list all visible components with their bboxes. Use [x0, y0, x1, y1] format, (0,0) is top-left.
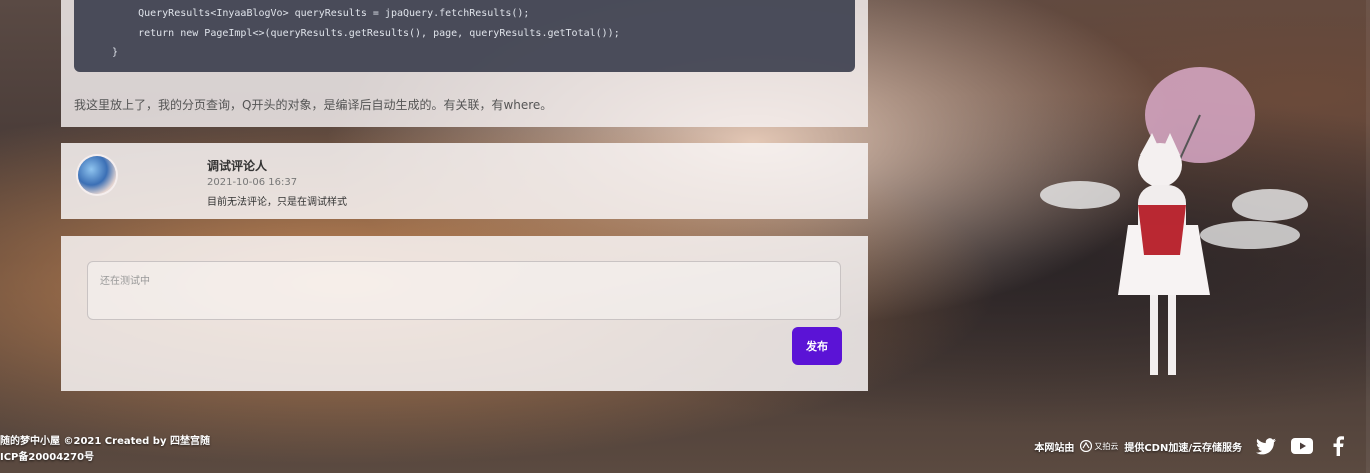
comment-body: 目前无法评论，只是在调试样式 — [207, 197, 347, 208]
code-line: return new PageImpl<>(queryResults.getRe… — [114, 28, 620, 39]
footer-copyright: 随的梦中小屋 ©2021 Created by 四埜宫随 — [0, 436, 210, 447]
mascot-illustration — [1040, 67, 1308, 375]
footer-hosting: 本网站由 又拍云 提供CDN加速/云存储服务 — [1034, 436, 1350, 456]
comment-author[interactable]: 调试评论人 — [207, 157, 267, 174]
comment-card — [61, 143, 868, 219]
hosting-suffix: 提供CDN加速/云存储服务 — [1124, 442, 1242, 454]
code-line: } — [112, 47, 119, 58]
twitter-icon[interactable] — [1254, 436, 1278, 456]
scrollbar[interactable] — [1366, 0, 1370, 473]
footer-icp[interactable]: ICP备20004270号 — [0, 448, 94, 463]
facebook-icon[interactable] — [1326, 436, 1350, 456]
provider-name: 又拍云 — [1094, 441, 1119, 451]
upyun-logo-icon[interactable]: 又拍云 — [1080, 440, 1118, 452]
submit-button[interactable]: 发布 — [792, 327, 842, 365]
avatar[interactable] — [78, 156, 116, 194]
comment-timestamp: 2021-10-06 16:37 — [207, 177, 298, 188]
youtube-icon[interactable] — [1290, 436, 1314, 456]
reply-textarea[interactable] — [87, 261, 841, 320]
code-line: QueryResults<InyaaBlogVo> queryResults =… — [114, 8, 530, 19]
code-block: QueryResults<InyaaBlogVo> queryResults =… — [74, 0, 855, 72]
post-paragraph: 我这里放上了，我的分页查询，Q开头的对象，是编译后自动生成的。有关联，有wher… — [74, 98, 553, 112]
hosting-prefix: 本网站由 — [1034, 442, 1075, 454]
